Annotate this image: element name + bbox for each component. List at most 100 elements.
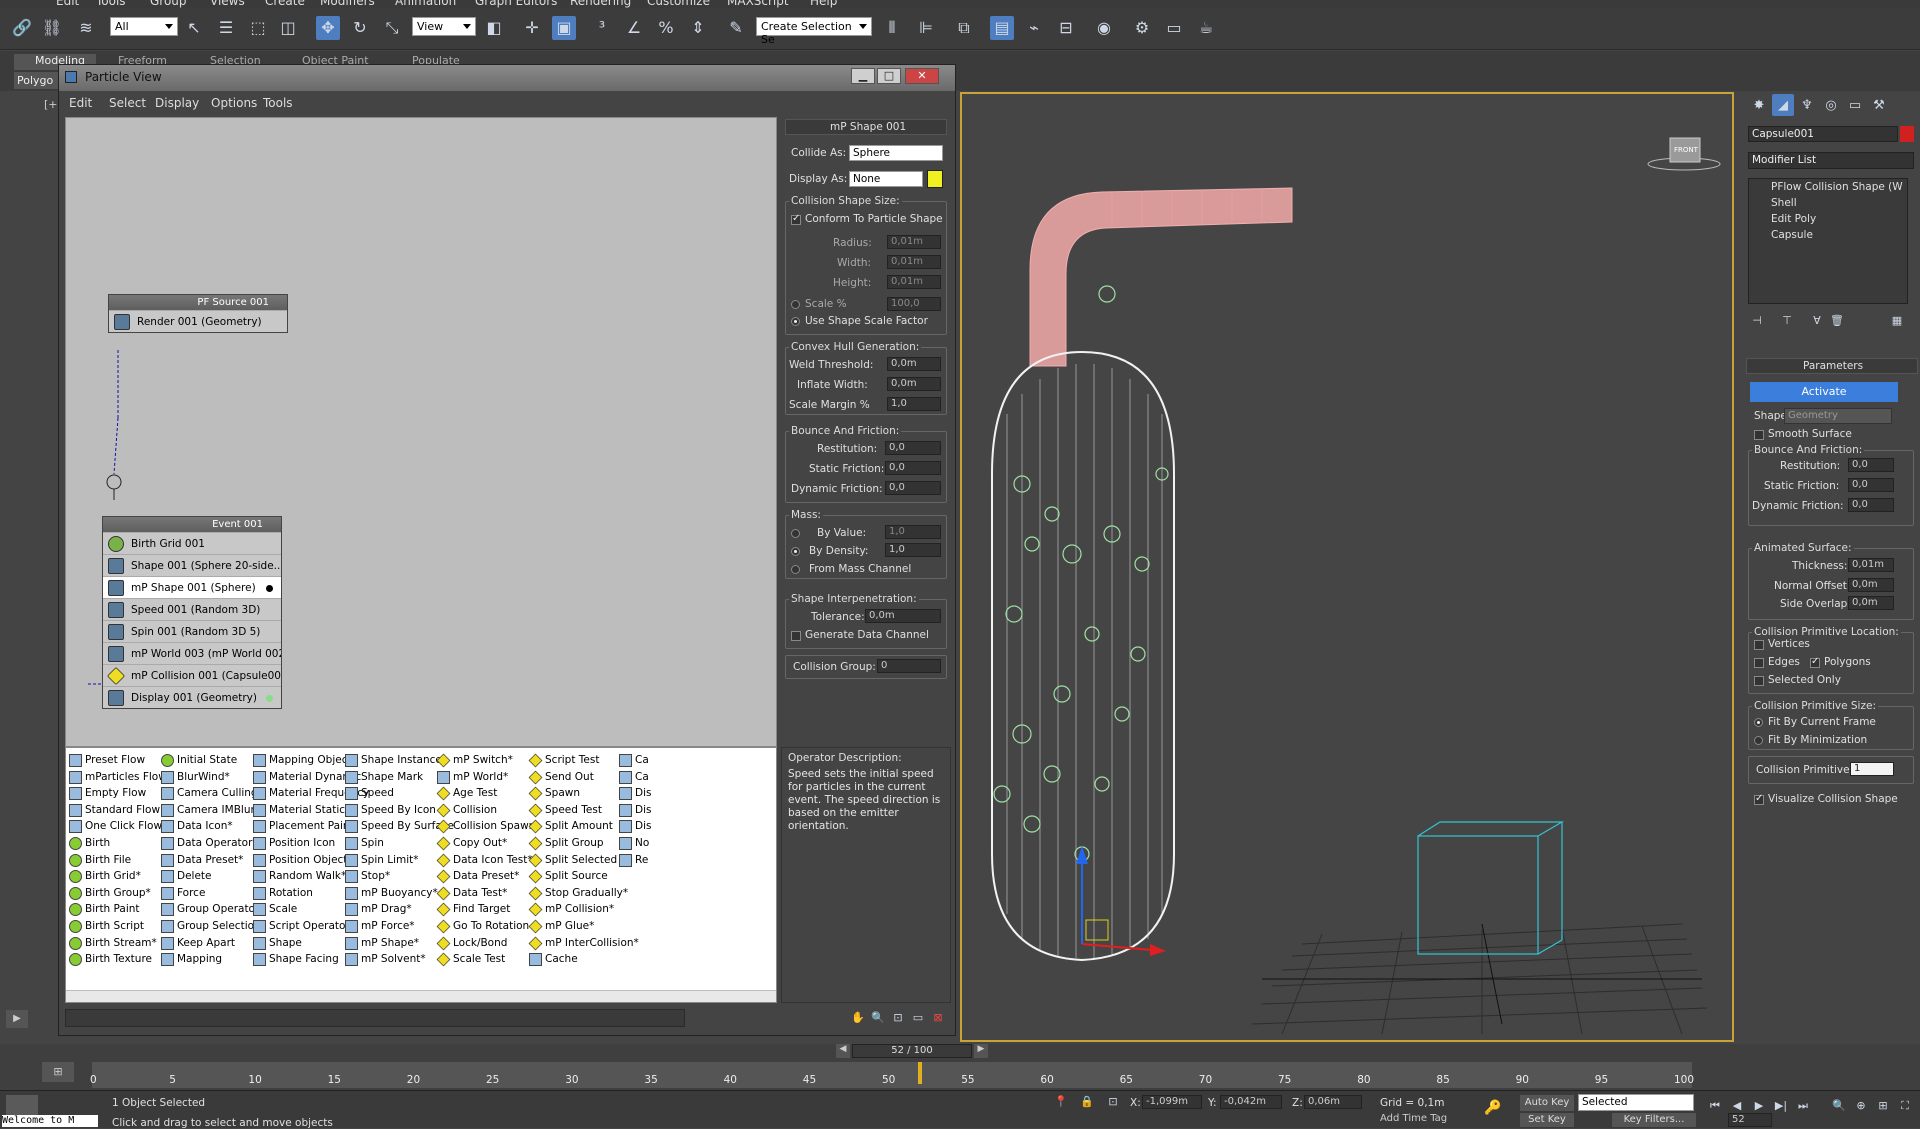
depot-item[interactable]: Spin [344,835,384,852]
utilities-tab-icon[interactable]: ⚒ [1868,94,1890,116]
depot-item[interactable]: Split Source [528,868,608,885]
stack-item-capsule[interactable]: Capsule [1771,229,1813,241]
zoom-all-icon[interactable]: ⊕ [1852,1097,1870,1115]
x-coordinate[interactable]: -1,099m [1142,1095,1202,1109]
conform-checkbox[interactable] [791,213,801,225]
minimize-icon[interactable]: ▁ [851,68,875,84]
by-density-spinner[interactable]: 1,0 [885,543,941,557]
schematic-view-icon[interactable]: ⊟ [1054,16,1078,40]
depot-item[interactable]: Initial State [160,752,237,769]
zoom-viewport-icon[interactable]: 🔍 [1830,1097,1848,1115]
depot-item[interactable]: Rotation [252,885,313,902]
depot-item[interactable]: Position Icon [252,835,335,852]
select-move-icon[interactable]: ✥ [316,16,340,40]
depot-item[interactable]: Ca [618,769,649,786]
depot-item[interactable]: Split Amount [528,818,613,835]
depot-item[interactable]: Go To Rotation [436,918,529,935]
no-zoom-icon[interactable]: ⊠ [929,1009,947,1027]
viewport-label[interactable]: [+ [44,98,58,111]
collision-primitives-field[interactable]: 1 [1850,762,1894,776]
depot-item[interactable]: Data Preset* [436,868,519,885]
make-unique-icon[interactable]: ∀ [1808,312,1826,330]
width-spinner[interactable]: 0,01m [887,255,941,269]
listener-field[interactable]: Welcome to M [2,1115,98,1127]
goto-end-icon[interactable]: ⏭ [1794,1097,1812,1115]
depot-item[interactable]: Spin Limit* [344,852,419,869]
pv-menu-display[interactable]: Display [155,96,199,110]
viewcube-label[interactable]: FRONT [1674,146,1698,154]
operator-mp-world[interactable]: mP World 003 (mP World 002) [103,642,281,664]
depot-item[interactable]: Camera Culling* [160,785,263,802]
depot-item[interactable]: mP Drag* [344,901,412,918]
object-name-field[interactable]: Capsule001 [1748,126,1898,142]
depot-item[interactable]: Camera IMBlur* [160,802,260,819]
layer-explorer-icon[interactable]: ▤ [990,16,1014,40]
current-frame-field[interactable]: 52 [1728,1113,1772,1127]
material-editor-icon[interactable]: ◉ [1092,16,1116,40]
normal-offset-spinner[interactable]: 0,0m [1848,578,1894,592]
render-operator[interactable]: Render 001 (Geometry) [109,310,287,332]
particle-diagram-canvas[interactable]: PF Source 001 Render 001 (Geometry) Even… [65,117,777,747]
key-mode-dropdown[interactable]: Selected [1578,1094,1694,1111]
depot-item[interactable]: mP Switch* [436,752,513,769]
depot-item[interactable]: Dis [618,785,651,802]
depot-item[interactable]: mP Shape* [344,935,419,952]
fit-current-radio[interactable] [1754,718,1763,727]
pv-restitution-spinner[interactable]: 0,0 [885,441,941,455]
stack-item-shell[interactable]: Shell [1771,197,1797,209]
modify-tab-icon[interactable]: ◢ [1772,94,1794,116]
depot-item[interactable]: Stop* [344,868,390,885]
depot-item[interactable]: Birth File [68,852,131,869]
show-end-result-icon[interactable]: ⊤ [1778,312,1796,330]
depot-item[interactable]: Script Test [528,752,599,769]
depot-item[interactable]: mP World* [436,769,508,786]
height-spinner[interactable]: 0,01m [887,275,941,289]
pv-menu-edit[interactable]: Edit [69,96,92,110]
generate-data-checkbox[interactable] [791,631,801,641]
test-mp-collision[interactable]: mP Collision 001 (Capsule00... [103,664,281,686]
render-production-icon[interactable]: ☕ [1194,16,1218,40]
spinner-snap-icon[interactable]: ⇕ [686,16,710,40]
depot-item[interactable]: mP Collision* [528,901,614,918]
zoom-extents-icon[interactable]: ▭ [909,1009,927,1027]
pv-menu-tools[interactable]: Tools [263,96,293,110]
mp-shape-rollout-header[interactable]: mP Shape 001 [785,119,947,135]
vertices-checkbox[interactable] [1754,640,1764,650]
maxscript-play-icon[interactable]: ▶ [6,1010,28,1028]
depot-item[interactable]: Shape Instance [344,752,442,769]
depot-item[interactable]: Delete [160,868,212,885]
named-selection-dropdown[interactable]: Create Selection Se [756,17,872,46]
scene-explorer-icon[interactable]: ⧉ [952,16,976,40]
depot-item[interactable]: BlurWind* [160,769,230,786]
depot-item[interactable]: Cache [528,951,578,968]
mirror-icon[interactable]: ⫴ [880,16,904,40]
edges-checkbox[interactable] [1754,658,1764,668]
parameters-rollout-header[interactable]: Parameters [1746,358,1918,374]
select-manipulate-icon[interactable]: ✛ [520,16,544,40]
menu-tools[interactable]: Tools [96,0,126,8]
by-value-spinner[interactable]: 1,0 [885,525,941,539]
depot-item[interactable]: Re [618,852,648,869]
object-color-swatch[interactable] [1900,126,1914,142]
depot-item[interactable]: Lock/Bond [436,935,507,952]
menu-views[interactable]: Views [210,0,245,8]
select-scale-icon[interactable]: ⤡ [380,16,404,40]
depot-item[interactable]: Stop Gradually* [528,885,628,902]
display-color-swatch[interactable] [927,170,943,188]
pf-source-node[interactable]: PF Source 001 Render 001 (Geometry) [108,294,288,333]
fit-min-radio[interactable] [1754,736,1763,745]
depot-panel[interactable]: Preset Flow mParticles Flow* Empty Flow Sta… [65,747,777,1003]
activate-button[interactable]: Activate [1750,382,1898,402]
stack-item-edit-poly[interactable]: Edit Poly [1771,213,1816,225]
next-frame-icon[interactable]: ▶ [974,1044,988,1058]
current-frame-marker[interactable] [917,1062,922,1084]
pv-menu-options[interactable]: Options [211,96,257,110]
key-icon[interactable]: 🔑 [1480,1097,1506,1119]
depot-item[interactable]: Send Out [528,769,594,786]
edit-named-selection-icon[interactable]: ✎ [724,16,748,40]
static-friction-spinner[interactable]: 0,0 [1848,478,1894,492]
depot-item[interactable]: Position Object [252,852,347,869]
depot-item[interactable]: mParticles Flow* [68,769,172,786]
depot-item[interactable]: Keep Apart [160,935,235,952]
shape-dropdown[interactable]: Geometry [1784,408,1892,424]
